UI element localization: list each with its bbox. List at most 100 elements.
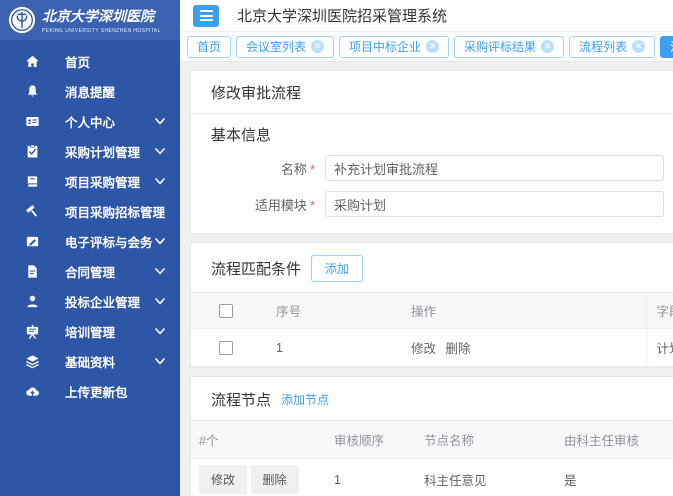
table-header-row: 序号 操作 字段: [191, 293, 673, 329]
extra-column-header: 字段: [646, 293, 673, 329]
required-mark: *: [310, 162, 315, 177]
tab-label: 首页: [197, 38, 221, 55]
ops-cell: 修改 删除: [191, 459, 326, 496]
book-icon: [25, 173, 42, 190]
chevron-down-icon: [154, 265, 166, 277]
sidebar-menu: 首页 消息提醒 个人中心 采购计划管理 项目采购管理 项目采购招标管理: [0, 40, 180, 406]
sidebar-item-label: 电子评标与会务: [65, 232, 154, 251]
close-icon[interactable]: ✕: [632, 40, 645, 53]
row-checkbox[interactable]: [219, 341, 233, 355]
gavel-icon: [25, 203, 42, 220]
close-icon[interactable]: ✕: [541, 40, 554, 53]
sidebar-item-label: 上传更新包: [65, 382, 166, 401]
ops-column-header: #个: [191, 421, 326, 459]
tab-process-list[interactable]: 流程列表 ✕: [569, 36, 655, 58]
modify-link[interactable]: 修改: [411, 342, 436, 356]
tab-evaluation-results[interactable]: 采购评标结果 ✕: [454, 36, 564, 58]
row-select-cell: [191, 329, 266, 367]
order-cell: 1: [326, 459, 416, 496]
sidebar-item-label: 采购计划管理: [65, 142, 154, 161]
process-nodes-table: #个 审核顺序 节点名称 由科主任审核 修改 删除 1 科主任意见: [191, 420, 673, 496]
tab-label: 会议室列表: [246, 38, 306, 55]
sidebar-item-label: 首页: [65, 52, 166, 71]
module-form-row: 适用模块*: [211, 191, 664, 217]
sidebar-item-messages[interactable]: 消息提醒: [0, 76, 180, 106]
chevron-down-icon: [165, 205, 166, 217]
tab-home[interactable]: 首页: [187, 36, 231, 58]
tab-label: 流程列表: [579, 38, 627, 55]
app-title: 北京大学深圳医院招采管理系统: [237, 5, 447, 26]
basic-info-body: 基本信息 名称* 适用模块*: [191, 114, 673, 233]
chevron-down-icon: [154, 145, 166, 157]
main-area: 北京大学深圳医院招采管理系统 首页 会议室列表 ✕ 项目中标企业 ✕ 采购评标结…: [180, 0, 673, 496]
seq-column-header: 序号: [266, 293, 401, 329]
table-row: 1 修改 删除 计划类型: [191, 329, 673, 367]
sidebar-item-label: 消息提醒: [65, 82, 166, 101]
hospital-logo: 北京大学深圳医院 PEKING UNIVERSITY SHENZHEN HOSP…: [0, 0, 180, 40]
menu-toggle-button[interactable]: [193, 5, 219, 27]
extra-cell: 计划类型: [646, 329, 673, 367]
add-condition-button[interactable]: 添加: [311, 255, 363, 282]
sidebar-item-label: 培训管理: [65, 322, 154, 341]
chevron-down-icon: [154, 175, 166, 187]
chevron-down-icon: [154, 295, 166, 307]
tab-label: 项目中标企业: [349, 38, 421, 55]
sidebar: 北京大学深圳医院 PEKING UNIVERSITY SHENZHEN HOSP…: [0, 0, 180, 496]
sidebar-item-bidder-enterprises[interactable]: 投标企业管理: [0, 286, 180, 316]
tablet-edit-icon: [25, 233, 42, 250]
tab-meeting-room-list[interactable]: 会议室列表 ✕: [236, 36, 334, 58]
sidebar-item-label: 项目采购招标管理: [65, 202, 165, 221]
sidebar-item-upload-package[interactable]: 上传更新包: [0, 376, 180, 406]
page-content: 修改审批流程 基本信息 名称* 适用模块* 流程匹配条件 添加: [180, 62, 673, 496]
select-all-cell: [191, 293, 266, 329]
close-icon[interactable]: ✕: [426, 40, 439, 53]
sidebar-item-procurement-plan[interactable]: 采购计划管理: [0, 136, 180, 166]
home-icon: [25, 53, 42, 70]
sidebar-item-home[interactable]: 首页: [0, 46, 180, 76]
clipboard-icon: [25, 143, 42, 160]
layers-icon: [25, 353, 42, 370]
actions-column-header: 操作: [401, 293, 646, 329]
sidebar-item-project-procurement[interactable]: 项目采购管理: [0, 166, 180, 196]
sidebar-item-bidding-management[interactable]: 项目采购招标管理: [0, 196, 180, 226]
table-row: 修改 删除 1 科主任意见 是: [191, 459, 673, 496]
tab-bar: 首页 会议室列表 ✕ 项目中标企业 ✕ 采购评标结果 ✕ 流程列表 ✕ 流程 ✕: [180, 32, 673, 62]
user-icon: [25, 293, 42, 310]
contract-icon: [25, 263, 42, 280]
hospital-name-block: 北京大学深圳医院 PEKING UNIVERSITY SHENZHEN HOSP…: [42, 6, 161, 34]
select-all-checkbox[interactable]: [219, 304, 233, 318]
name-input[interactable]: [325, 155, 664, 181]
close-icon[interactable]: ✕: [311, 40, 324, 53]
sidebar-item-label: 投标企业管理: [65, 292, 154, 311]
delete-link[interactable]: 删除: [446, 342, 471, 356]
hospital-name-en: PEKING UNIVERSITY SHENZHEN HOSPITAL: [42, 28, 161, 34]
chevron-down-icon: [154, 115, 166, 127]
delete-button[interactable]: 删除: [251, 465, 299, 494]
sidebar-item-label: 项目采购管理: [65, 172, 154, 191]
node-name-cell: 科主任意见: [416, 459, 556, 496]
chevron-down-icon: [154, 235, 166, 247]
presentation-icon: [25, 323, 42, 340]
tab-process[interactable]: 流程 ✕: [660, 36, 673, 58]
sidebar-item-e-evaluation[interactable]: 电子评标与会务: [0, 226, 180, 256]
module-select[interactable]: [325, 191, 664, 217]
dept-review-column-header: 由科主任审核: [556, 421, 673, 459]
id-card-icon: [25, 113, 42, 130]
topbar: 北京大学深圳医院招采管理系统: [180, 0, 673, 32]
sidebar-item-label: 个人中心: [65, 112, 154, 131]
sidebar-item-basic-data[interactable]: 基础资料: [0, 346, 180, 376]
add-node-link[interactable]: 添加节点: [281, 391, 329, 408]
modify-button[interactable]: 修改: [199, 465, 247, 494]
sidebar-item-contract-management[interactable]: 合同管理: [0, 256, 180, 286]
actions-cell: 修改 删除: [401, 329, 646, 367]
sidebar-item-training-management[interactable]: 培训管理: [0, 316, 180, 346]
tab-winning-enterprises[interactable]: 项目中标企业 ✕: [339, 36, 449, 58]
sidebar-item-personal-center[interactable]: 个人中心: [0, 106, 180, 136]
process-nodes-header: 流程节点 添加节点: [191, 377, 673, 420]
process-nodes-title: 流程节点: [211, 389, 271, 410]
match-conditions-table: 序号 操作 字段 1 修改 删除 计划类型: [191, 292, 673, 367]
tab-label: 采购评标结果: [464, 38, 536, 55]
name-form-row: 名称*: [211, 155, 664, 181]
cloud-upload-icon: [25, 383, 42, 400]
match-conditions-card: 流程匹配条件 添加 序号 操作 字段 1: [190, 242, 673, 368]
